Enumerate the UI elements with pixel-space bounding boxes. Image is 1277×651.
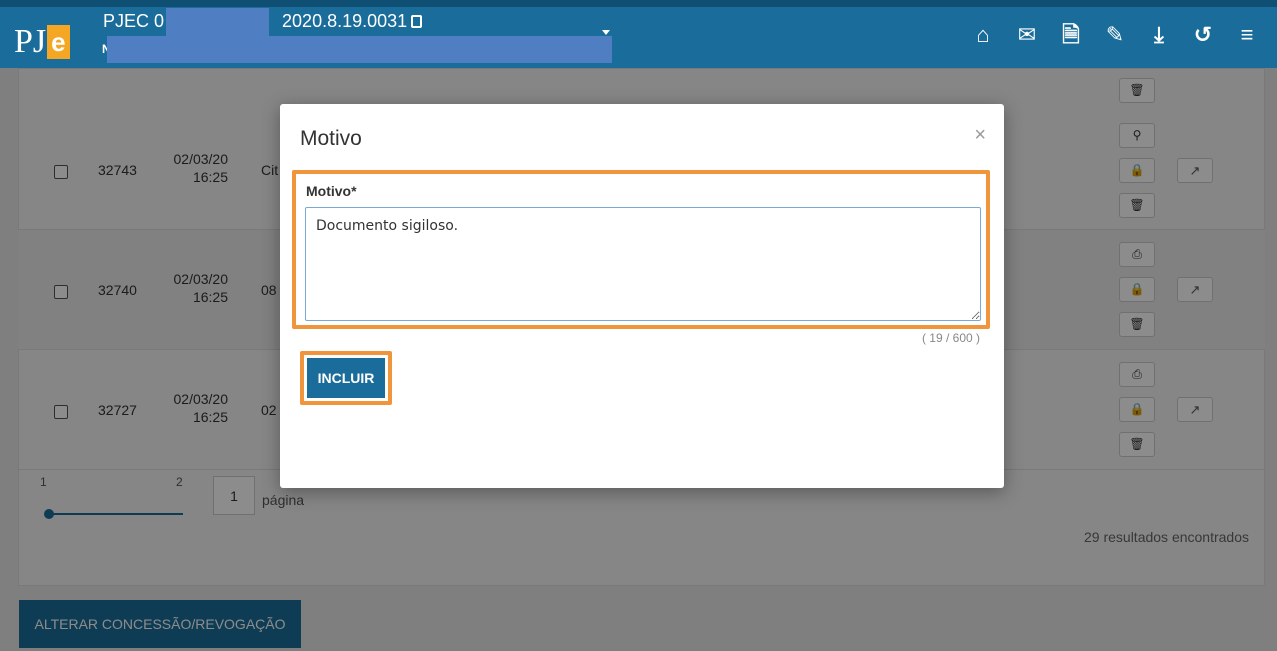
motivo-textarea[interactable]: Documento sigiloso.	[305, 207, 981, 321]
incluir-button[interactable]: INCLUIR	[307, 358, 385, 398]
menu-icon[interactable]: ≡	[1225, 22, 1269, 48]
motivo-field-group: Motivo* Documento sigiloso.	[292, 170, 990, 329]
incluir-button-highlight: INCLUIR	[300, 351, 392, 405]
logo-e-mark: e	[47, 25, 70, 59]
redaction-block	[107, 36, 612, 63]
new-document-icon[interactable]: 🗎	[1049, 22, 1093, 48]
top-nav-icons: ⌂ ✉ 🗎 ✎ ⤓ ↺ ≡	[961, 22, 1269, 48]
chevron-down-icon[interactable]	[602, 30, 610, 35]
char-counter: ( 19 / 600 )	[921, 331, 980, 345]
redaction-block	[166, 8, 269, 36]
close-icon[interactable]: ×	[974, 124, 986, 147]
motivo-label: Motivo*	[306, 183, 357, 199]
history-icon[interactable]: ↺	[1181, 22, 1225, 48]
edit-icon[interactable]: ✎	[1093, 22, 1137, 48]
clipboard-icon[interactable]	[411, 15, 423, 28]
motivo-dialog: Motivo × Motivo* Documento sigiloso. ( 1…	[280, 104, 1004, 488]
home-icon[interactable]: ⌂	[961, 22, 1005, 48]
process-suffix: 2020.8.19.0031	[282, 11, 408, 31]
pje-logo[interactable]: PJ e	[14, 21, 76, 63]
mail-icon[interactable]: ✉	[1005, 22, 1049, 48]
download-icon[interactable]: ⤓	[1137, 22, 1181, 48]
process-prefix: PJEC 0	[103, 11, 165, 31]
dialog-title: Motivo	[300, 127, 362, 150]
logo-text: PJ	[14, 23, 47, 60]
